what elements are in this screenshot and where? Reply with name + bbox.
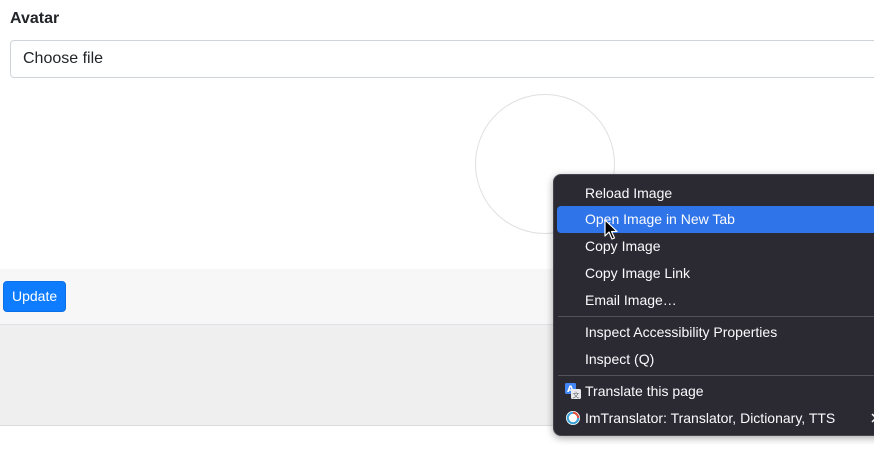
svg-text:文: 文 [573, 391, 580, 400]
menu-item-inspect[interactable]: Inspect (Q) [557, 346, 874, 373]
menu-item-copy-image-link[interactable]: Copy Image Link [557, 260, 874, 287]
update-button[interactable]: Update [3, 281, 67, 312]
menu-item-imtranslator[interactable]: ImTranslator: Translator, Dictionary, TT… [557, 405, 874, 432]
menu-item-reload-image[interactable]: Reload Image [557, 180, 874, 207]
menu-separator [558, 316, 874, 317]
menu-item-label: Email Image… [585, 292, 677, 308]
chevron-right-icon [871, 413, 874, 423]
menu-item-label: Inspect (Q) [585, 351, 655, 367]
menu-item-label: Inspect Accessibility Properties [585, 324, 778, 340]
menu-item-inspect-accessibility[interactable]: Inspect Accessibility Properties [557, 319, 874, 346]
menu-item-label: Copy Image [585, 238, 661, 254]
avatar-label: Avatar [10, 10, 60, 27]
translate-icon: A 文 [565, 383, 581, 399]
menu-item-label: Translate this page [585, 383, 704, 399]
menu-item-translate-page[interactable]: A 文 Translate this page [557, 378, 874, 405]
menu-item-label: Copy Image Link [585, 265, 691, 281]
menu-item-label: ImTranslator: Translator, Dictionary, TT… [585, 410, 836, 426]
menu-separator [558, 375, 874, 376]
imtranslator-icon [566, 411, 580, 425]
avatar-file-input[interactable]: Choose file [10, 40, 874, 78]
menu-item-label: Reload Image [585, 185, 673, 201]
mouse-cursor-icon [604, 219, 618, 240]
context-menu: Reload Image Open Image in New Tab Copy … [553, 174, 874, 436]
menu-item-email-image[interactable]: Email Image… [557, 287, 874, 314]
